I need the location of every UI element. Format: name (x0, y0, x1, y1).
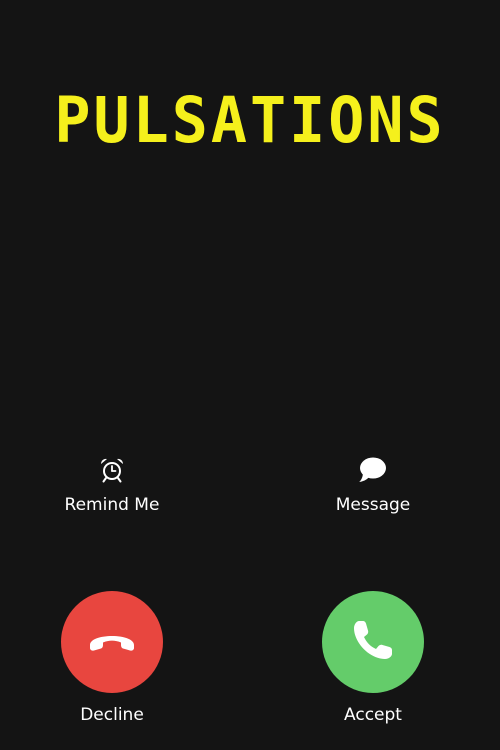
decline-label: Decline (80, 705, 144, 725)
remind-me-button[interactable]: Remind Me (32, 455, 192, 515)
decline-circle[interactable] (61, 591, 163, 693)
remind-me-label: Remind Me (64, 495, 160, 515)
alarm-clock-icon (97, 455, 127, 485)
accept-circle[interactable] (322, 591, 424, 693)
caller-name: PULSATIONS (54, 84, 446, 158)
message-bubble-icon (358, 455, 388, 485)
accept-button[interactable]: Accept (293, 591, 453, 725)
incoming-call-screen: PULSATIONS Remind Me Message Decline Acc… (0, 0, 500, 750)
message-button[interactable]: Message (293, 455, 453, 515)
decline-button[interactable]: Decline (32, 591, 192, 725)
phone-hangup-icon (86, 625, 138, 659)
message-label: Message (335, 495, 411, 515)
phone-icon (350, 617, 396, 667)
accept-label: Accept (344, 705, 402, 725)
